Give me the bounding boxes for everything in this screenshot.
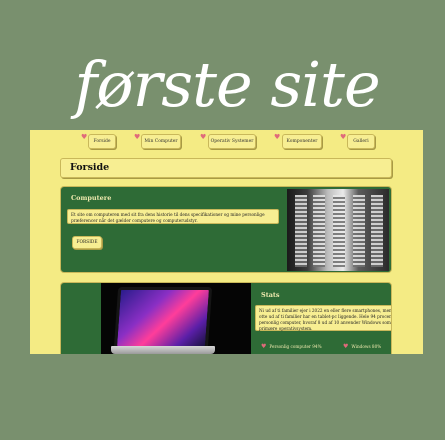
heart-icon: ♥ [343,343,349,350]
heart-icon: ♥ [261,343,267,350]
page-title: Forside [70,162,110,173]
page-title-bar: Forside [60,158,392,178]
stats-heading: Stats [261,291,280,299]
main-nav: ♥ Forside ♥ Min Computer ♥ Operativ Syst… [30,132,423,150]
forside-button[interactable]: FORSIDE [72,236,102,249]
heart-icon: ♥ [340,133,347,141]
computere-card: Computere Et site om computeren med sit … [60,186,392,273]
stat-item-windows: ♥ Windows 80% [343,343,381,350]
nav-item-operativ-systemer[interactable]: Operativ Systemer [208,134,256,149]
computere-description: Et site om computeren med sit fra dens h… [67,209,279,224]
site-panel: ♥ Forside ♥ Min Computer ♥ Operativ Syst… [30,130,423,354]
heart-icon: ♥ [134,133,141,141]
site-logo: første site [74,48,380,121]
nav-item-komponenter[interactable]: Komponenter [282,134,322,149]
stats-description: Ni ud af ti familier ejer i 2022 en elle… [255,305,391,331]
computere-heading: Computere [71,194,112,202]
nav-item-forside[interactable]: Forside [88,134,116,149]
stat-label: Personlig computer 94% [269,344,322,349]
nav-item-galleri[interactable]: Galleri [347,134,375,149]
server-room-photo [287,189,389,271]
stats-card: Stats Ni ud af ti familier ejer i 2022 e… [60,282,392,354]
heart-icon: ♥ [274,133,281,141]
heart-icon: ♥ [200,133,207,141]
stat-label: Windows 80% [351,344,382,349]
stat-item-pc: ♥ Personlig computer 94% [261,343,322,350]
nav-item-min-computer[interactable]: Min Computer [141,134,181,149]
heart-icon: ♥ [81,133,88,141]
